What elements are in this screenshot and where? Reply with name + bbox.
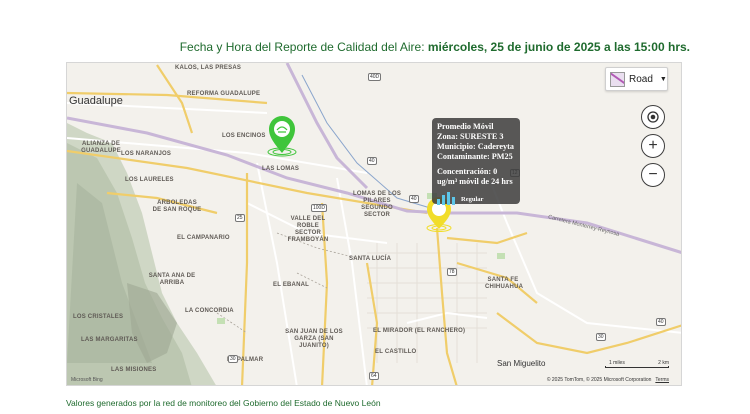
place-label: EL MIRADOR (EL RANCHERO) — [373, 328, 466, 334]
place-label: EL EBANAL — [273, 282, 310, 288]
station-info-popup: Promedio Móvil Zona: SURESTE 3 Municipio… — [432, 118, 520, 205]
report-date: miércoles, 25 de junio de 2025 a las 15:… — [427, 40, 690, 54]
place-label: LOS CRISTALES — [73, 314, 124, 320]
chevron-down-icon: ▼ — [659, 75, 667, 83]
terms-link[interactable]: Terms — [655, 377, 669, 383]
place-label: SAN JUAN DE LOS GARZA (SAN JUANITO) — [285, 329, 343, 349]
place-label-san-miguelito: San Miguelito — [497, 359, 546, 368]
plus-icon: + — [648, 137, 658, 154]
place-label: SANTA ANA DE ARRIBA — [148, 273, 196, 286]
highway-shield: 30 — [596, 333, 606, 341]
place-label: ARBOLEDAS DE SAN ROQUE — [152, 200, 202, 213]
zoom-out-button[interactable]: − — [641, 163, 665, 187]
place-label: SANTA FE CHIHUAHUA — [485, 277, 524, 290]
highway-shield: 40 — [656, 318, 666, 326]
city-label-guadalupe: Guadalupe — [69, 95, 123, 107]
place-label: LOS NARANJOS — [121, 151, 172, 157]
highway-shield: 64 — [369, 372, 379, 380]
popup-concentration: Concentración: 0 ug/m³ móvil de 24 hrs — [437, 167, 513, 186]
place-label: LOMAS DE LOS PILARES SEGUNDO SECTOR — [352, 191, 402, 218]
popup-zone: Zona: SURESTE 3 — [437, 132, 504, 141]
popup-municipality: Municipio: Cadereyta — [437, 142, 514, 151]
footer-note: Valores generados por la red de monitore… — [66, 398, 381, 408]
place-label: SANTA LUCÍA — [349, 256, 392, 262]
highway-shield: 40 — [409, 195, 419, 203]
map-style-selector[interactable]: Road ▼ — [605, 67, 668, 91]
place-label: LOS ENCINOS — [222, 133, 266, 139]
highway-shield: 30 — [228, 355, 238, 363]
report-header-prefix: Fecha y Hora del Reporte de Calidad del … — [179, 40, 428, 54]
highway-shield: 40 — [367, 157, 377, 165]
map-attribution: © 2025 TomTom, © 2025 Microsoft Corporat… — [547, 377, 669, 383]
zoom-in-button[interactable]: + — [641, 134, 665, 158]
place-label: ALIANZA DE GUADALUPE — [81, 141, 121, 154]
popup-quality: Regular — [461, 196, 484, 203]
place-label: LAS LOMAS — [262, 166, 300, 172]
place-label: LAS MISIONES — [111, 367, 157, 373]
air-quality-map[interactable]: KALOS, LAS PRESAS REFORMA GUADALUPE ALIA… — [66, 62, 682, 386]
highway-shield: 100D — [311, 204, 327, 212]
highway-shield: 78 — [447, 268, 457, 276]
station-green-marker[interactable] — [265, 115, 299, 157]
locate-me-button[interactable] — [641, 105, 665, 129]
attribution-text: © 2025 TomTom, © 2025 Microsoft Corporat… — [546, 377, 652, 383]
road-style-icon — [610, 71, 625, 87]
highway-shield: 40D — [368, 73, 382, 81]
target-icon — [647, 111, 659, 123]
place-label: LA CONCORDIA — [185, 308, 234, 314]
place-label: LAS MARGARITAS — [81, 337, 138, 343]
place-label: LOS LAURELES — [125, 177, 174, 183]
popup-title: Promedio Móvil — [437, 122, 494, 131]
place-label: REFORMA GUADALUPE — [187, 91, 261, 97]
map-style-label: Road — [629, 73, 653, 85]
place-label: KALOS, LAS PRESAS — [175, 65, 242, 71]
bing-logo: Microsoft Bing — [71, 377, 103, 383]
place-label: EL CAMPANARIO — [177, 235, 230, 241]
place-label: EL CASTILLO — [375, 349, 417, 355]
place-label: VALLE DEL ROBLE SECTOR FRAMBOYÁN — [287, 216, 329, 243]
air-quality-bars-icon — [437, 192, 455, 205]
popup-pollutant: Contaminante: PM25 — [437, 152, 513, 161]
highway-shield: 25 — [235, 214, 245, 222]
minus-icon: − — [648, 166, 658, 183]
report-header: Fecha y Hora del Reporte de Calidad del … — [0, 40, 690, 54]
map-scale: 1 miles 2 km — [605, 360, 669, 372]
